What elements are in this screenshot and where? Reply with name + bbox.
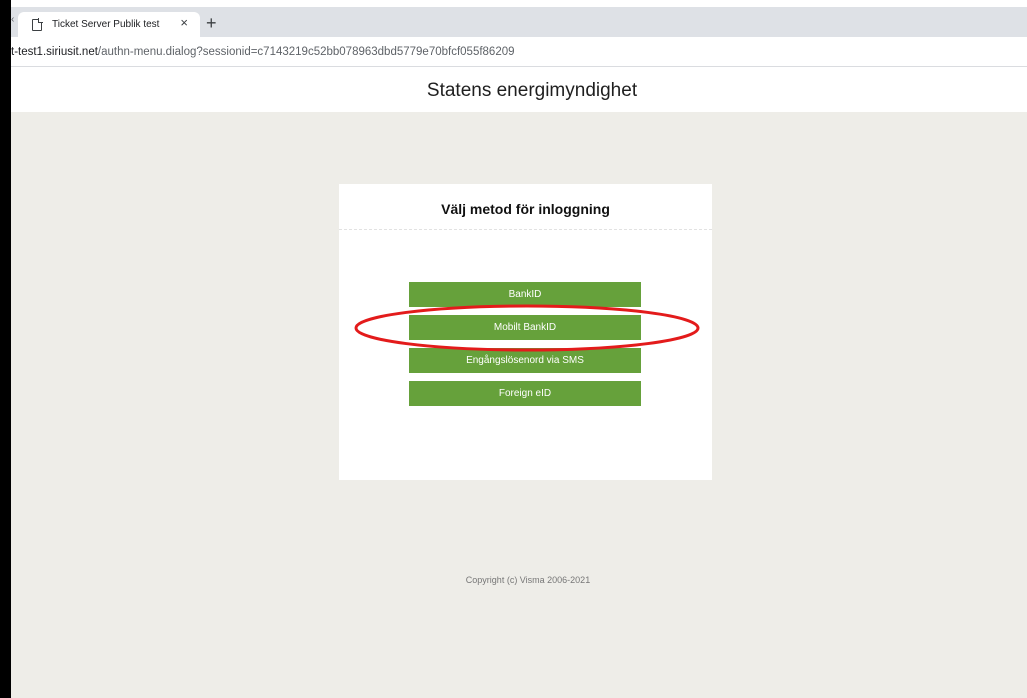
page-body: Välj metod för inloggning BankID Mobilt … bbox=[11, 112, 1027, 698]
login-heading: Välj metod för inloggning bbox=[339, 184, 712, 230]
url-text[interactable]: t-test1.siriusit.net/authn-menu.dialog?s… bbox=[11, 46, 515, 58]
foreign-eid-button[interactable]: Foreign eID bbox=[409, 381, 641, 406]
address-bar[interactable]: t-test1.siriusit.net/authn-menu.dialog?s… bbox=[11, 37, 1027, 67]
url-host: t-test1.siriusit.net bbox=[11, 46, 98, 58]
tab-title: Ticket Server Publik test bbox=[52, 19, 160, 30]
footer: Copyright (c) Visma 2006-2021 bbox=[11, 575, 1027, 585]
page-header: Statens energimyndighet bbox=[11, 68, 1027, 112]
page-icon bbox=[32, 17, 43, 31]
bankid-button[interactable]: BankID bbox=[409, 282, 641, 307]
screenshot-frame: ‹ Ticket Server Publik test × + t-test1.… bbox=[0, 0, 1027, 698]
mobile-bankid-button[interactable]: Mobilt BankID bbox=[409, 315, 641, 340]
login-card: Välj metod för inloggning BankID Mobilt … bbox=[339, 184, 712, 480]
copyright-text: Copyright (c) Visma 2006-2021 bbox=[465, 575, 591, 585]
sms-otp-button[interactable]: Engångslösenord via SMS bbox=[409, 348, 641, 373]
browser-tab[interactable]: Ticket Server Publik test × bbox=[18, 12, 200, 37]
previous-tab-edge[interactable]: ‹ bbox=[11, 14, 17, 30]
left-border bbox=[0, 0, 11, 698]
new-tab-icon[interactable]: + bbox=[206, 12, 217, 34]
url-path: /authn-menu.dialog?sessionid=c7143219c52… bbox=[97, 46, 515, 58]
tab-close-icon[interactable]: × bbox=[180, 15, 188, 30]
page-title: Statens energimyndighet bbox=[426, 80, 638, 101]
